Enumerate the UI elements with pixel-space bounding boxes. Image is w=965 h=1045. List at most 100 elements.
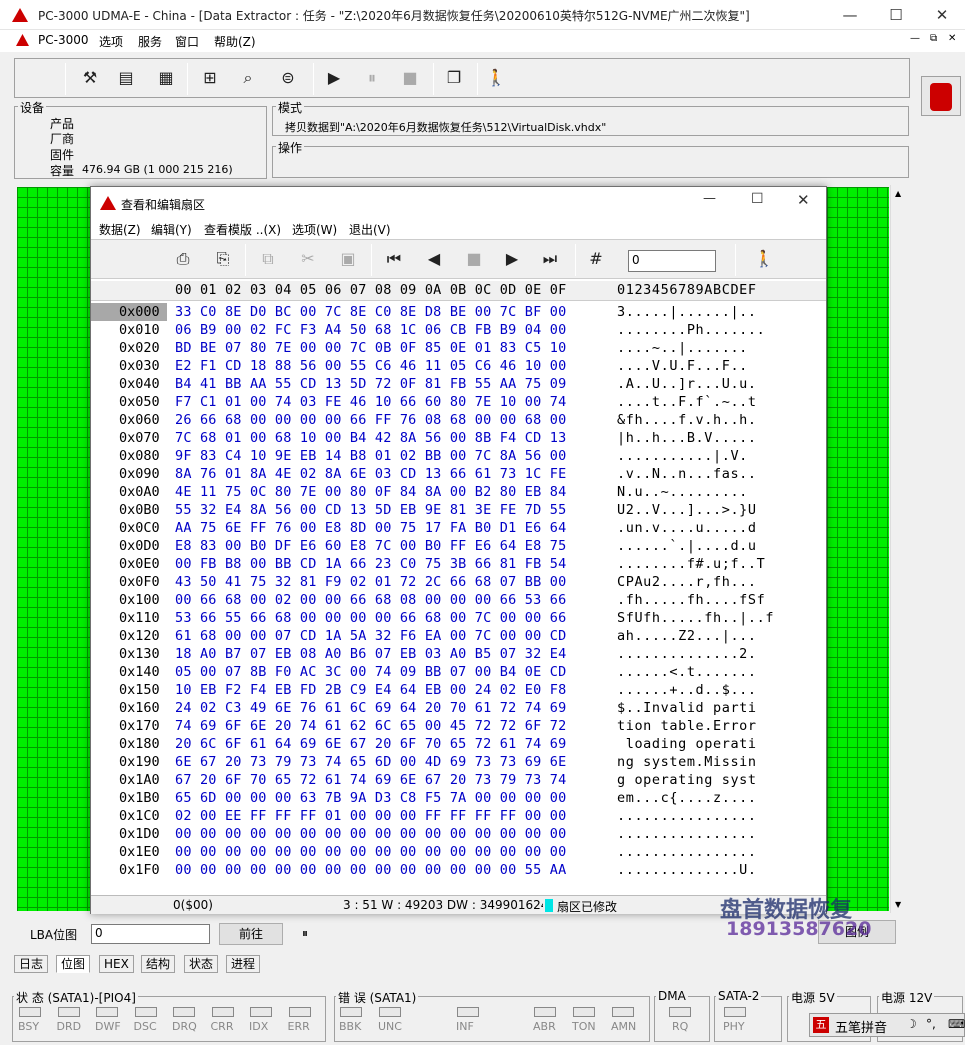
- close-button[interactable]: ✕: [919, 0, 965, 30]
- play-icon[interactable]: ▶: [321, 65, 347, 91]
- ascii-row[interactable]: tion table.Error: [617, 718, 757, 734]
- bitmap-scrollbar[interactable]: ▲ ▼: [890, 185, 907, 913]
- binoculars-icon[interactable]: ⌕: [235, 65, 261, 91]
- paste-icon[interactable]: ▣: [335, 246, 361, 272]
- hex-row[interactable]: 8A 76 01 8A 4E 02 8A 6E 03 CD 13 66 61 7…: [175, 466, 566, 482]
- last-sector-icon[interactable]: ⏭: [537, 246, 563, 272]
- tree-icon[interactable]: ⊞: [197, 65, 223, 91]
- ascii-row[interactable]: ....V.U.F...F..: [617, 358, 748, 374]
- ascii-row[interactable]: em...c{....z....: [617, 790, 757, 806]
- tab-process[interactable]: 进程: [226, 955, 261, 973]
- ascii-row[interactable]: ng system.Missin: [617, 754, 757, 770]
- hex-row[interactable]: B4 41 BB AA 55 CD 13 5D 72 0F 81 FB 55 A…: [175, 376, 566, 392]
- hex-row[interactable]: 55 32 E4 8A 56 00 CD 13 5D EB 9E 81 3E F…: [175, 502, 566, 518]
- dialog-menu-edit[interactable]: 编辑(Y): [151, 221, 192, 238]
- tab-status[interactable]: 状态: [184, 955, 219, 973]
- hex-row[interactable]: 20 6C 6F 61 64 69 6E 67 20 6F 70 65 72 6…: [175, 736, 566, 752]
- ascii-row[interactable]: g operating syst: [617, 772, 757, 788]
- hex-row[interactable]: 6E 67 20 73 79 73 74 65 6D 00 4D 69 73 7…: [175, 754, 566, 770]
- hex-view[interactable]: 0x000 33 C0 8E D0 BC 00 7C 8E C0 8E D8 BE…: [91, 303, 826, 893]
- ascii-row[interactable]: CPAu2....r,fh...: [617, 574, 757, 590]
- mdi-minimize-button[interactable]: —: [910, 33, 920, 44]
- hex-row[interactable]: 9F 83 C4 10 9E EB 14 B8 01 02 BB 00 7C 8…: [175, 448, 566, 464]
- ascii-row[interactable]: ...........|.V.: [617, 448, 748, 464]
- exit-icon[interactable]: 🚶: [483, 65, 509, 91]
- stop-icon[interactable]: ■: [397, 65, 423, 91]
- ascii-row[interactable]: loading operati: [617, 736, 757, 752]
- hex-row[interactable]: AA 75 6E FF 76 00 E8 8D 00 75 17 FA B0 D…: [175, 520, 566, 536]
- ascii-row[interactable]: ........f#.u;f..T: [617, 556, 765, 572]
- hex-row[interactable]: 00 00 00 00 00 00 00 00 00 00 00 00 00 0…: [175, 826, 566, 842]
- ascii-row[interactable]: .un.v....u.....d: [617, 520, 757, 536]
- hex-row[interactable]: 53 66 55 66 68 00 00 00 00 66 68 00 7C 0…: [175, 610, 566, 626]
- hex-row[interactable]: 74 69 6F 6E 20 74 61 62 6C 65 00 45 72 7…: [175, 718, 566, 734]
- hex-row[interactable]: 67 20 6F 70 65 72 61 74 69 6E 67 20 73 7…: [175, 772, 566, 788]
- hex-row[interactable]: 26 66 68 00 00 00 00 66 FF 76 08 68 00 0…: [175, 412, 566, 428]
- ascii-row[interactable]: ................: [617, 844, 757, 860]
- hex-row[interactable]: 00 FB B8 00 BB CD 1A 66 23 C0 75 3B 66 8…: [175, 556, 566, 572]
- ime-punct-icon[interactable]: °,: [926, 1017, 936, 1031]
- ascii-row[interactable]: U2..V...]...>.}U: [617, 502, 757, 518]
- hex-row[interactable]: 24 02 C3 49 6E 76 61 6C 69 64 20 70 61 7…: [175, 700, 566, 716]
- menu-window[interactable]: 窗口: [175, 33, 199, 50]
- copy-icon[interactable]: ⧉: [255, 246, 281, 272]
- tab-hex[interactable]: HEX: [99, 955, 134, 973]
- ascii-row[interactable]: ................: [617, 808, 757, 824]
- write-sector-icon[interactable]: ⎘: [210, 246, 236, 272]
- ascii-row[interactable]: ....t..F.f`.~..t: [617, 394, 757, 410]
- menu-help[interactable]: 帮助(Z): [214, 33, 256, 50]
- tab-log[interactable]: 日志: [14, 955, 49, 973]
- first-sector-icon[interactable]: ⏮: [381, 246, 407, 272]
- cut-icon[interactable]: ✂: [295, 246, 321, 272]
- tab-bitmap[interactable]: 位图: [56, 955, 91, 973]
- ascii-row[interactable]: ........Ph.......: [617, 322, 765, 338]
- hex-row[interactable]: 00 00 00 00 00 00 00 00 00 00 00 00 00 0…: [175, 862, 566, 878]
- hex-row[interactable]: 65 6D 00 00 00 63 7B 9A D3 C8 F5 7A 00 0…: [175, 790, 566, 806]
- hex-row[interactable]: 33 C0 8E D0 BC 00 7C 8E C0 8E D8 BE 00 7…: [175, 304, 566, 320]
- dialog-menu-options[interactable]: 选项(W): [292, 221, 337, 238]
- hex-row[interactable]: BD BE 07 80 7E 00 00 7C 0B 0F 85 0E 01 8…: [175, 340, 566, 356]
- hex-row[interactable]: 06 B9 00 02 FC F3 A4 50 68 1C 06 CB FB B…: [175, 322, 566, 338]
- ascii-row[interactable]: 3.....|......|..: [617, 304, 757, 320]
- ascii-row[interactable]: SfUfh.....fh..|..f: [617, 610, 774, 626]
- ascii-row[interactable]: |h..h...B.V.....: [617, 430, 757, 446]
- ascii-row[interactable]: .fh.....fh....fSf: [617, 592, 765, 608]
- ascii-row[interactable]: ah.....Z2...|...: [617, 628, 757, 644]
- ascii-row[interactable]: ..............2.: [617, 646, 757, 662]
- hex-row[interactable]: E2 F1 CD 18 88 56 00 55 C6 46 11 05 C6 4…: [175, 358, 566, 374]
- dialog-maximize-button[interactable]: ☐: [751, 191, 764, 207]
- ascii-row[interactable]: N.u..~.........: [617, 484, 748, 500]
- dialog-menu-data[interactable]: 数据(Z): [99, 221, 141, 238]
- ascii-row[interactable]: ......+..d..$...: [617, 682, 757, 698]
- pause-icon[interactable]: ⏸: [359, 65, 385, 91]
- side-panel-button[interactable]: [921, 76, 961, 116]
- goto-button[interactable]: 前往: [219, 923, 283, 945]
- sector-number-input[interactable]: 0: [628, 250, 716, 272]
- dialog-close-button[interactable]: ✕: [797, 191, 810, 209]
- ascii-row[interactable]: ....~..|.......: [617, 340, 748, 356]
- next-sector-icon[interactable]: ▶: [499, 246, 525, 272]
- hex-row[interactable]: E8 83 00 B0 DF E6 60 E8 7C 00 B0 FF E6 6…: [175, 538, 566, 554]
- ascii-row[interactable]: ..............U.: [617, 862, 757, 878]
- percent-icon[interactable]: ▦: [153, 65, 179, 91]
- hex-row[interactable]: 05 00 07 8B F0 AC 3C 00 74 09 BB 07 00 B…: [175, 664, 566, 680]
- tab-structure[interactable]: 结构: [141, 955, 176, 973]
- maximize-button[interactable]: ☐: [873, 0, 919, 30]
- hex-row[interactable]: 10 EB F2 F4 EB FD 2B C9 E4 64 EB 00 24 0…: [175, 682, 566, 698]
- hex-row[interactable]: 61 68 00 00 07 CD 1A 5A 32 F6 EA 00 7C 0…: [175, 628, 566, 644]
- hex-row[interactable]: 18 A0 B7 07 EB 08 A0 B6 07 EB 03 A0 B5 0…: [175, 646, 566, 662]
- dialog-menu-exit[interactable]: 退出(V): [349, 221, 391, 238]
- ascii-row[interactable]: .v..N..n...fas..: [617, 466, 757, 482]
- ascii-row[interactable]: ......<.t.......: [617, 664, 757, 680]
- stop-sector-icon[interactable]: ■: [461, 246, 487, 272]
- scroll-up-icon[interactable]: ▲: [895, 189, 901, 198]
- mdi-close-button[interactable]: ✕: [948, 33, 956, 44]
- lba-input[interactable]: 0: [91, 924, 210, 944]
- menu-pc3000[interactable]: PC-3000: [38, 33, 88, 47]
- ascii-row[interactable]: .A..U..]r...U.u.: [617, 376, 757, 392]
- lba-pause-button[interactable]: ⏸: [302, 926, 308, 941]
- read-sector-icon[interactable]: ⎙: [170, 246, 196, 272]
- disk-copy-icon[interactable]: ⊜: [275, 65, 301, 91]
- dialog-menu-template[interactable]: 查看模版 ..(X): [204, 221, 281, 238]
- windows-icon[interactable]: ❐: [441, 65, 467, 91]
